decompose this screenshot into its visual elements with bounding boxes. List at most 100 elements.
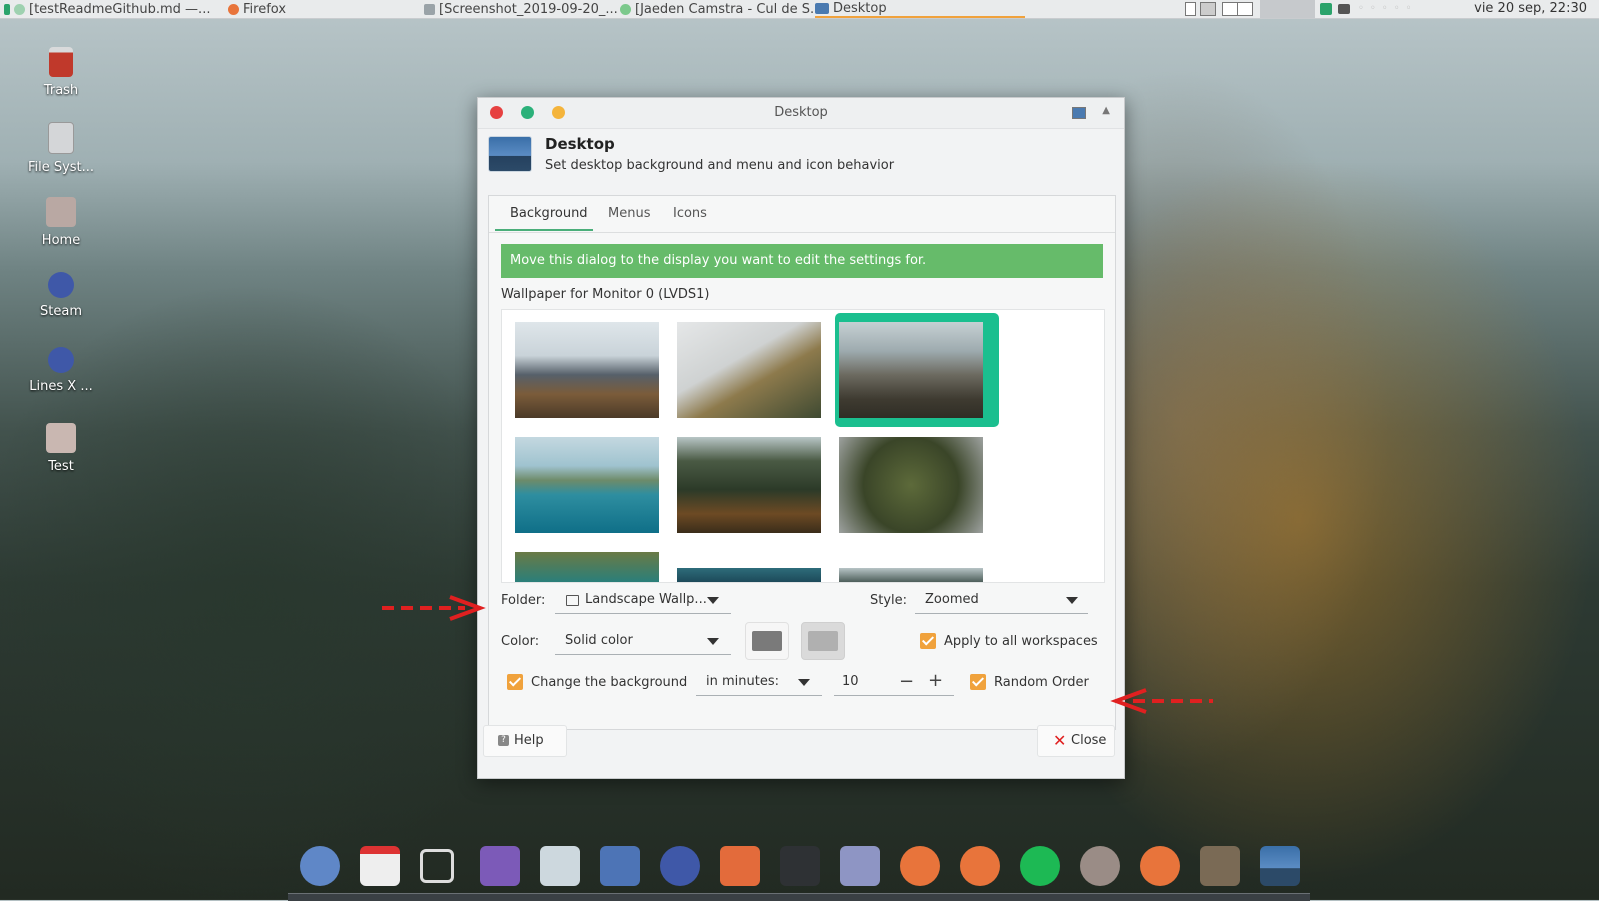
folder-icon [46,423,76,453]
desktop-icon-label: Steam [40,304,82,319]
app-store-icon[interactable] [480,846,520,886]
bag-icon[interactable] [540,846,580,886]
desktop-settings-icon[interactable] [1260,846,1300,886]
desktop-icon-test[interactable]: Test [20,423,102,474]
wallpaper-thumb[interactable] [677,322,821,418]
home-folder-icon [46,197,76,227]
wallpaper-thumb[interactable] [839,437,983,533]
desktop-icon-filesystem[interactable]: File Syst... [20,122,102,175]
thunderbird-icon[interactable] [300,846,340,886]
interval-unit-value: in minutes: [706,674,779,689]
workspace-icon[interactable] [1222,2,1238,16]
settings-icon[interactable] [1080,846,1120,886]
interval-unit-combo[interactable]: in minutes: [696,668,822,696]
random-order-checkbox[interactable] [970,674,986,690]
style-combo[interactable]: Zoomed [915,586,1088,614]
wallpaper-thumb[interactable] [515,322,659,418]
desktop-settings-icon [488,136,532,172]
change-background-checkbox[interactable] [507,674,523,690]
primary-color-button[interactable] [745,622,789,660]
desktop-icon-lines[interactable]: Lines X ... [20,347,102,394]
minus-icon[interactable]: − [899,671,914,692]
wallpaper-thumb[interactable] [839,568,983,582]
color-label: Color: [501,634,540,649]
folder-value: Landscape Wallp... [585,592,707,607]
drive-icon [48,122,74,154]
tab-menus[interactable]: Menus [608,206,650,221]
tray-icons[interactable]: ◦◦◦◦◦ [1358,4,1458,14]
terminal-icon[interactable] [780,846,820,886]
annotation-arrow-folder [382,595,486,621]
tab-icons[interactable]: Icons [673,206,707,221]
interval-spinbox[interactable]: 10 − + [834,668,954,696]
wallpaper-thumb[interactable] [677,568,821,582]
app-tray-icon[interactable] [1320,3,1332,15]
workspace-icon[interactable] [1237,2,1253,16]
image-viewer-icon [424,3,435,15]
workspace-switcher[interactable] [1260,0,1315,18]
help-button[interactable]: ? Help [483,725,567,757]
task-screenshot[interactable]: [Screenshot_2019-09-20_... [424,0,618,18]
header-title: Desktop [545,135,615,153]
battery-icon[interactable] [1338,4,1350,14]
close-button[interactable]: ✕ Close [1037,725,1115,757]
style-label: Style: [870,593,908,608]
steam-icon [48,347,74,373]
folder-combo[interactable]: Landscape Wallp... [555,586,731,614]
task-desktop[interactable]: Desktop [815,0,1025,18]
task-text-editor[interactable]: [testReadmeGithub.md —... [4,0,210,18]
settings-notebook: Background Menus Icons Move this dialog … [488,195,1116,730]
task-label: Firefox [243,1,287,17]
chevron-down-icon [707,638,719,645]
desktop-icon-steam[interactable]: Steam [20,272,102,319]
apply-all-label[interactable]: Apply to all workspaces [944,634,1098,649]
desktop-icon-label: Home [41,233,81,248]
task-label: [testReadmeGithub.md —... [29,1,211,17]
shade-icon[interactable]: ▲ [1102,105,1110,116]
task-firefox[interactable]: Firefox [228,0,286,18]
help-icon: ? [498,735,509,746]
plus-icon[interactable]: + [928,670,943,691]
image-viewer-icon[interactable] [840,846,880,886]
firefox-icon[interactable] [900,846,940,886]
tab-background[interactable]: Background [510,206,588,221]
steam-icon [48,272,74,298]
spotify-icon[interactable] [1020,846,1060,886]
gimp-icon[interactable] [1200,846,1240,886]
window-icon[interactable] [1072,107,1086,119]
task-label: [Jaeden Camstra - Cul de S... [635,1,823,17]
workspace-icon[interactable] [1185,2,1196,16]
color-value: Solid color [565,633,633,648]
chevron-down-icon [707,597,719,604]
apply-all-checkbox[interactable] [920,633,936,649]
wallpaper-thumb[interactable] [515,552,659,582]
firefox-icon[interactable] [960,846,1000,886]
close-label: Close [1071,733,1107,748]
firefox-icon[interactable] [1140,846,1180,886]
desktop-icon-label: Test [48,459,74,474]
calendar-icon[interactable] [360,846,400,886]
secondary-color-button[interactable] [801,622,845,660]
close-icon: ✕ [1053,731,1067,750]
media-player-icon[interactable] [720,846,760,886]
file-manager-icon[interactable] [600,846,640,886]
desktop-icon-label: Trash [43,83,79,98]
style-value: Zoomed [925,592,979,607]
change-background-label[interactable]: Change the background [531,675,687,690]
text-editor-icon [4,3,10,15]
clock[interactable]: vie 20 sep, 22:30 [1474,0,1587,18]
color-combo[interactable]: Solid color [555,627,731,655]
random-order-label[interactable]: Random Order [994,675,1089,690]
desktop-icon-home[interactable]: Home [20,197,102,248]
wallpaper-thumb-selected[interactable] [839,322,983,418]
titlebar[interactable]: Desktop ▲ [478,98,1124,129]
wallpaper-thumb[interactable] [677,437,821,533]
desktop-settings-icon [815,2,829,14]
task-spotify[interactable]: [Jaeden Camstra - Cul de S... [620,0,822,18]
workspace-icon[interactable] [1200,2,1216,16]
dock [295,840,1305,890]
steam-icon[interactable] [660,846,700,886]
desktop-icon-trash[interactable]: Trash [20,47,102,98]
screenshot-icon[interactable] [420,849,454,883]
wallpaper-thumb[interactable] [515,437,659,533]
